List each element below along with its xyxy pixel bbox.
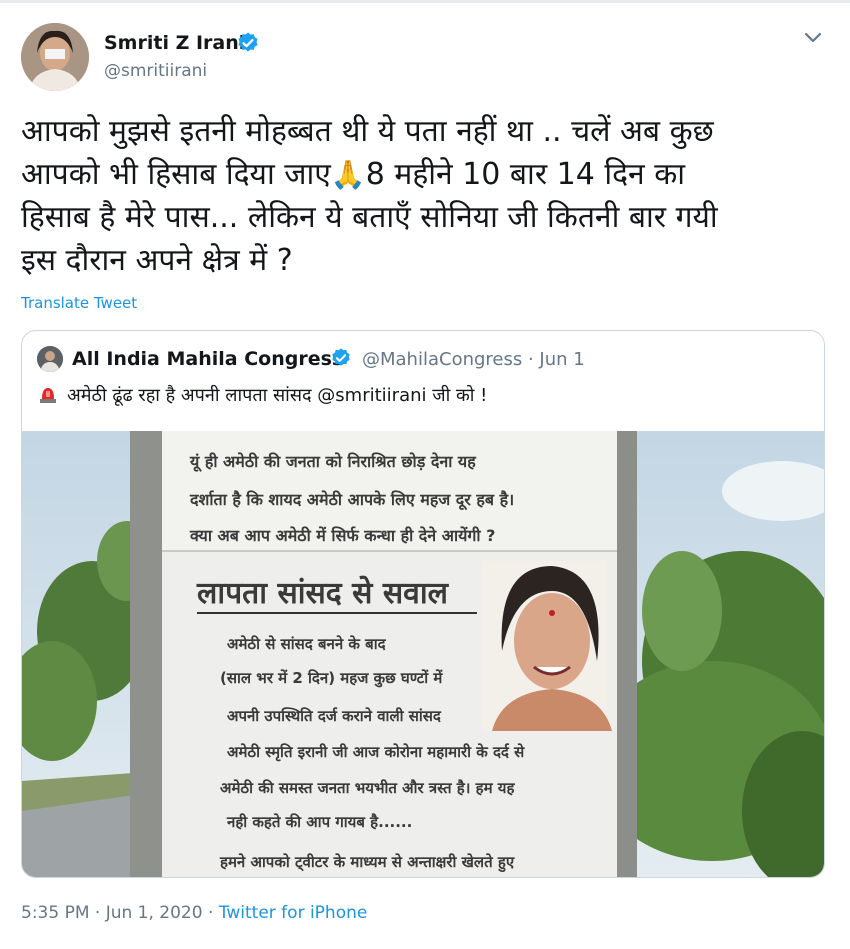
translate-tweet-link[interactable]: Translate Tweet (21, 294, 137, 312)
poster-text-line: अमेठी की समस्त जनता भयभीत और त्रस्त है। … (220, 779, 515, 797)
avatar[interactable] (21, 23, 89, 91)
poster-text-line: अमेठी से सांसद बनने के बाद (227, 635, 387, 653)
quoted-author-handle: @MahilaCongress · Jun 1 (362, 349, 585, 370)
author-handle[interactable]: @smritiirani (104, 61, 207, 81)
tweet-text-line: इस दौरान अपने क्षेत्र में ? (21, 243, 293, 278)
quoted-text-content: अमेठी ढूंढ रहा है अपनी लापता सांसद @smri… (67, 385, 488, 406)
rotating-light-icon (37, 383, 59, 405)
poster-text-line: क्या अब आप अमेठी में सिर्फ कन्धा ही देने… (189, 526, 495, 545)
folded-hands-emoji: 🙏 (330, 158, 366, 191)
quoted-avatar[interactable] (37, 346, 63, 372)
meta-separator: · (202, 903, 219, 923)
poster-photo[interactable]: यूं ही अमेठी की जनता को निराश्रित छोड़ द… (22, 431, 824, 877)
tweet-meta: 5:35 PM · Jun 1, 2020 · Twitter for iPho… (21, 903, 367, 923)
tweet-text: आपको मुझसे इतनी मोहब्बत थी ये पता नहीं थ… (21, 110, 821, 282)
poster-text-line: यूं ही अमेठी की जनता को निराश्रित छोड़ द… (189, 452, 477, 472)
poster-heading: लापता सांसद से सवाल (196, 575, 450, 611)
tweet-text-segment: 8 महीने 10 बार 14 दिन का (365, 157, 686, 192)
tweet-text-line: आपको भी हिसाब दिया जाए🙏8 महीने 10 बार 14… (21, 153, 821, 196)
poster-text-line: अमेठी स्मृति इरानी जी आज कोरोना महामारी … (227, 743, 525, 762)
quoted-tweet[interactable]: All India Mahila Congress @MahilaCongres… (21, 330, 825, 878)
divider (0, 0, 850, 3)
verified-badge-icon (236, 31, 260, 55)
quoted-author-name: All India Mahila Congress (72, 348, 344, 370)
source-link[interactable]: Twitter for iPhone (219, 903, 368, 923)
verified-badge-icon (330, 347, 352, 369)
quoted-text: अमेठी ढूंढ रहा है अपनी लापता सांसद @smri… (37, 383, 817, 407)
tweet-text-segment: आपको भी हिसाब दिया जाए (21, 157, 331, 192)
poster-portrait (482, 561, 612, 731)
poster-text-line: दर्शाता है कि शायद अमेठी आपके लिए महज दू… (189, 490, 514, 511)
tweet-text-line: हिसाब है मेरे पास... लेकिन ये बताएँ सोनि… (21, 200, 718, 235)
tweet-text-line: आपको मुझसे इतनी मोहब्बत थी ये पता नहीं थ… (21, 114, 714, 149)
author-name[interactable]: Smriti Z Irani (104, 32, 245, 54)
poster-text-line: (साल भर में 2 दिन) महज कुछ घण्टों में (220, 669, 443, 688)
chevron-down-icon[interactable] (803, 30, 823, 46)
poster-text-line: नही कहते की आप गायब है...... (226, 813, 412, 831)
timestamp[interactable]: 5:35 PM · Jun 1, 2020 (21, 903, 203, 923)
poster-text-line: अपनी उपस्थिति दर्ज कराने वाली सांसद (227, 707, 442, 725)
tweet-card: Smriti Z Irani @smritiirani आपको मुझसे इ… (0, 0, 850, 949)
poster-text-line: हमने आपको ट्वीटर के माध्यम से अन्ताक्षरी… (219, 853, 515, 873)
